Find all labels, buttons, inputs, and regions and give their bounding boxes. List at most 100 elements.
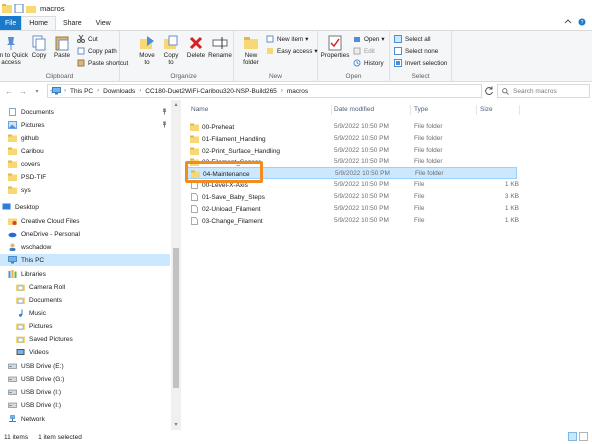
new-item-button[interactable]: New item ▾ xyxy=(266,35,308,43)
large-icons-view-icon[interactable] xyxy=(579,432,588,441)
new-folder-button[interactable]: New folder xyxy=(240,35,262,66)
nav-item[interactable]: Music xyxy=(0,307,170,319)
nav-item[interactable]: Pictures xyxy=(0,119,170,131)
file-row[interactable]: 02-Unload_Filament 5/9/2022 10:50 PM File 1… xyxy=(186,203,519,215)
nav-item[interactable]: Desktop xyxy=(0,201,170,213)
paste-shortcut-button[interactable]: Paste shortcut xyxy=(77,59,128,67)
help-icon[interactable]: ? xyxy=(578,18,586,26)
tab-view[interactable]: View xyxy=(89,16,118,30)
paste-button[interactable]: Paste xyxy=(52,35,72,59)
file-row[interactable]: 01-Save_Baby_Steps 5/9/2022 10:50 PM File 3… xyxy=(186,191,519,203)
forward-arrow-icon[interactable]: → xyxy=(18,86,28,96)
nav-item[interactable]: Caribou xyxy=(0,145,170,157)
nav-item[interactable]: USB Drive (I:) xyxy=(0,399,170,411)
onedrive-icon xyxy=(8,230,17,238)
nav-item[interactable]: Network xyxy=(0,413,170,425)
column-divider[interactable] xyxy=(410,105,411,115)
navigation-pane-scrollbar[interactable]: ▴ ▾ xyxy=(171,100,181,430)
file-size: 1 KB xyxy=(504,217,519,224)
cut-button[interactable]: Cut xyxy=(77,35,98,43)
status-selected-count: 1 item selected xyxy=(38,433,82,441)
pin-to-quick-access-button[interactable]: Pin to Quick access xyxy=(0,35,28,66)
select-group: Select all Select none Invert selection … xyxy=(390,31,452,82)
refresh-icon[interactable] xyxy=(484,86,494,96)
nav-item[interactable]: OneDrive - Personal xyxy=(0,228,170,240)
history-button[interactable]: History xyxy=(353,59,384,67)
delete-button[interactable]: Delete xyxy=(186,35,206,59)
column-divider[interactable] xyxy=(519,105,520,115)
nav-item[interactable]: Videos xyxy=(0,346,170,358)
file-row[interactable]: 03-Change_Filament 5/9/2022 10:50 PM File 1… xyxy=(186,215,519,227)
move-to-button[interactable]: Move to xyxy=(136,35,158,66)
breadcrumb-separator-icon: › xyxy=(280,88,283,94)
nav-item[interactable]: Libraries xyxy=(0,268,170,280)
details-view-icon[interactable] xyxy=(568,432,577,441)
library-folder-icon xyxy=(16,322,25,330)
nav-item-label: Libraries xyxy=(21,270,46,278)
scrollbar-thumb[interactable] xyxy=(173,248,179,388)
copy-path-button[interactable]: Copy path xyxy=(77,47,117,55)
nav-item[interactable]: covers xyxy=(0,158,170,170)
tab-file[interactable]: File xyxy=(0,16,22,30)
nav-item-label: Music xyxy=(29,309,46,317)
invert-selection-icon xyxy=(394,59,402,67)
file-name: 01-Filament_Handling xyxy=(202,135,266,143)
back-arrow-icon[interactable]: ← xyxy=(4,86,14,96)
nav-item[interactable]: This PC xyxy=(0,254,170,266)
file-row[interactable]: 00-Preheat 5/9/2022 10:50 PM File folder xyxy=(186,121,517,133)
usb-drive-icon xyxy=(8,401,17,409)
quick-access-save-icon[interactable] xyxy=(14,3,24,13)
breadcrumb-this-pc[interactable]: This PC xyxy=(70,88,93,95)
nav-item[interactable]: Documents xyxy=(0,106,170,118)
scroll-up-icon[interactable]: ▴ xyxy=(172,101,180,109)
nav-item[interactable]: Documents xyxy=(0,294,170,306)
column-header-size[interactable]: Size xyxy=(480,106,493,113)
breadcrumb-build-folder[interactable]: CC180-Duet2WiFi-Caribou320-NSP-Build265 xyxy=(145,88,277,95)
file-date: 5/9/2022 10:50 PM xyxy=(335,170,390,177)
column-divider[interactable] xyxy=(476,105,477,115)
file-row[interactable]: 01-Filament_Handling 5/9/2022 10:50 PM Fil… xyxy=(186,133,517,145)
history-icon xyxy=(353,59,361,67)
copy-to-button[interactable]: Copy to xyxy=(160,35,182,66)
nav-item[interactable]: PSD-TIF xyxy=(0,171,170,183)
nav-item[interactable]: sys xyxy=(0,184,170,196)
breadcrumb-downloads[interactable]: Downloads xyxy=(103,88,135,95)
ribbon-collapse-icon[interactable] xyxy=(564,18,572,26)
column-header-date-modified[interactable]: Date modified xyxy=(334,106,374,113)
properties-button[interactable]: Properties xyxy=(320,35,350,59)
file-size: 3 KB xyxy=(504,193,519,200)
nav-item[interactable]: Creative Cloud Files xyxy=(0,215,170,227)
open-button[interactable]: Open ▾ xyxy=(353,35,385,43)
quick-access-folder-icon[interactable] xyxy=(26,4,36,13)
column-divider[interactable] xyxy=(331,105,332,115)
edit-button[interactable]: Edit xyxy=(353,47,375,55)
search-placeholder: Search macros xyxy=(513,87,557,95)
nav-item[interactable]: Pictures xyxy=(0,320,170,332)
tab-share[interactable]: Share xyxy=(56,16,89,30)
address-bar[interactable]: › This PC › Downloads › CC180-Duet2WiFi-… xyxy=(47,84,482,98)
breadcrumb-macros[interactable]: macros xyxy=(287,88,308,95)
nav-item[interactable]: Camera Roll xyxy=(0,281,170,293)
nav-item[interactable]: USB Drive (E:) xyxy=(0,360,170,372)
easy-access-button[interactable]: Easy access ▾ xyxy=(266,47,318,55)
search-input[interactable]: Search macros xyxy=(497,84,590,98)
nav-item[interactable]: github xyxy=(0,132,170,144)
invert-selection-button[interactable]: Invert selection xyxy=(394,59,447,67)
column-header-type[interactable]: Type xyxy=(414,106,428,113)
nav-item[interactable]: Saved Pictures xyxy=(0,333,170,345)
copy-button[interactable]: Copy xyxy=(30,35,48,59)
nav-item[interactable]: USB Drive (G:) xyxy=(0,373,170,385)
tab-home[interactable]: Home xyxy=(21,16,56,30)
nav-item[interactable]: wschadow xyxy=(0,241,170,253)
recent-locations-chevron-icon[interactable]: ▾ xyxy=(32,86,42,96)
select-group-label: Select xyxy=(411,73,430,80)
select-none-button[interactable]: Select none xyxy=(394,47,438,55)
select-all-button[interactable]: Select all xyxy=(394,35,431,43)
libraries-icon xyxy=(8,270,17,278)
nav-item[interactable]: USB Drive (I:) xyxy=(0,386,170,398)
scroll-down-icon[interactable]: ▾ xyxy=(172,421,180,429)
search-icon xyxy=(502,87,509,95)
rename-button[interactable]: Rename xyxy=(208,35,232,59)
column-header-name[interactable]: Name xyxy=(191,106,208,113)
user-icon xyxy=(8,243,17,251)
